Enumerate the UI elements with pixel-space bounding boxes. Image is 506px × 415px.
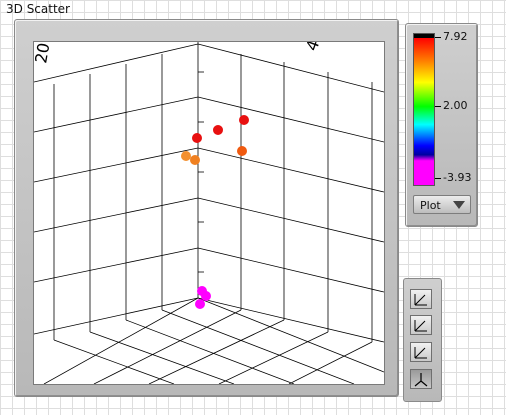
scatter-plot-svg[interactable]: 20 4 (34, 42, 384, 384)
floor-grid (43, 297, 384, 384)
min-value-label[interactable]: -3.93 (443, 171, 471, 184)
point (181, 151, 191, 161)
max-value-label[interactable]: 7.92 (443, 30, 468, 43)
view-xz-icon (414, 320, 427, 332)
point (192, 133, 202, 143)
point (237, 146, 247, 156)
plot-selector-label: Plot (420, 199, 441, 212)
window-title: 3D Scatter (6, 2, 70, 16)
chevron-down-icon (453, 201, 465, 209)
scatter-plot-area[interactable]: 20 4 (33, 41, 385, 385)
scatter-points (181, 115, 249, 309)
view-yz-button[interactable] (410, 342, 432, 362)
max-tick (435, 37, 441, 38)
point (201, 291, 211, 301)
color-ramp[interactable] (413, 33, 435, 186)
axis-label-top-left: 20 (34, 42, 53, 65)
point (195, 299, 205, 309)
mid-tick (435, 106, 441, 107)
min-tick (435, 178, 441, 179)
view-default-icon (414, 373, 428, 387)
point (190, 155, 200, 165)
axis-ticks (198, 71, 204, 273)
view-xy-button[interactable] (410, 289, 432, 309)
view-xz-button[interactable] (410, 315, 432, 335)
point (213, 125, 223, 135)
plot-selector[interactable]: Plot (413, 195, 471, 214)
axis-label-top-right: 4 (302, 42, 323, 53)
view-yz-icon (414, 347, 427, 359)
view-default-button[interactable] (410, 369, 432, 389)
point (239, 115, 249, 125)
view-xy-icon (414, 294, 427, 306)
mid-value-label: 2.00 (443, 99, 468, 112)
